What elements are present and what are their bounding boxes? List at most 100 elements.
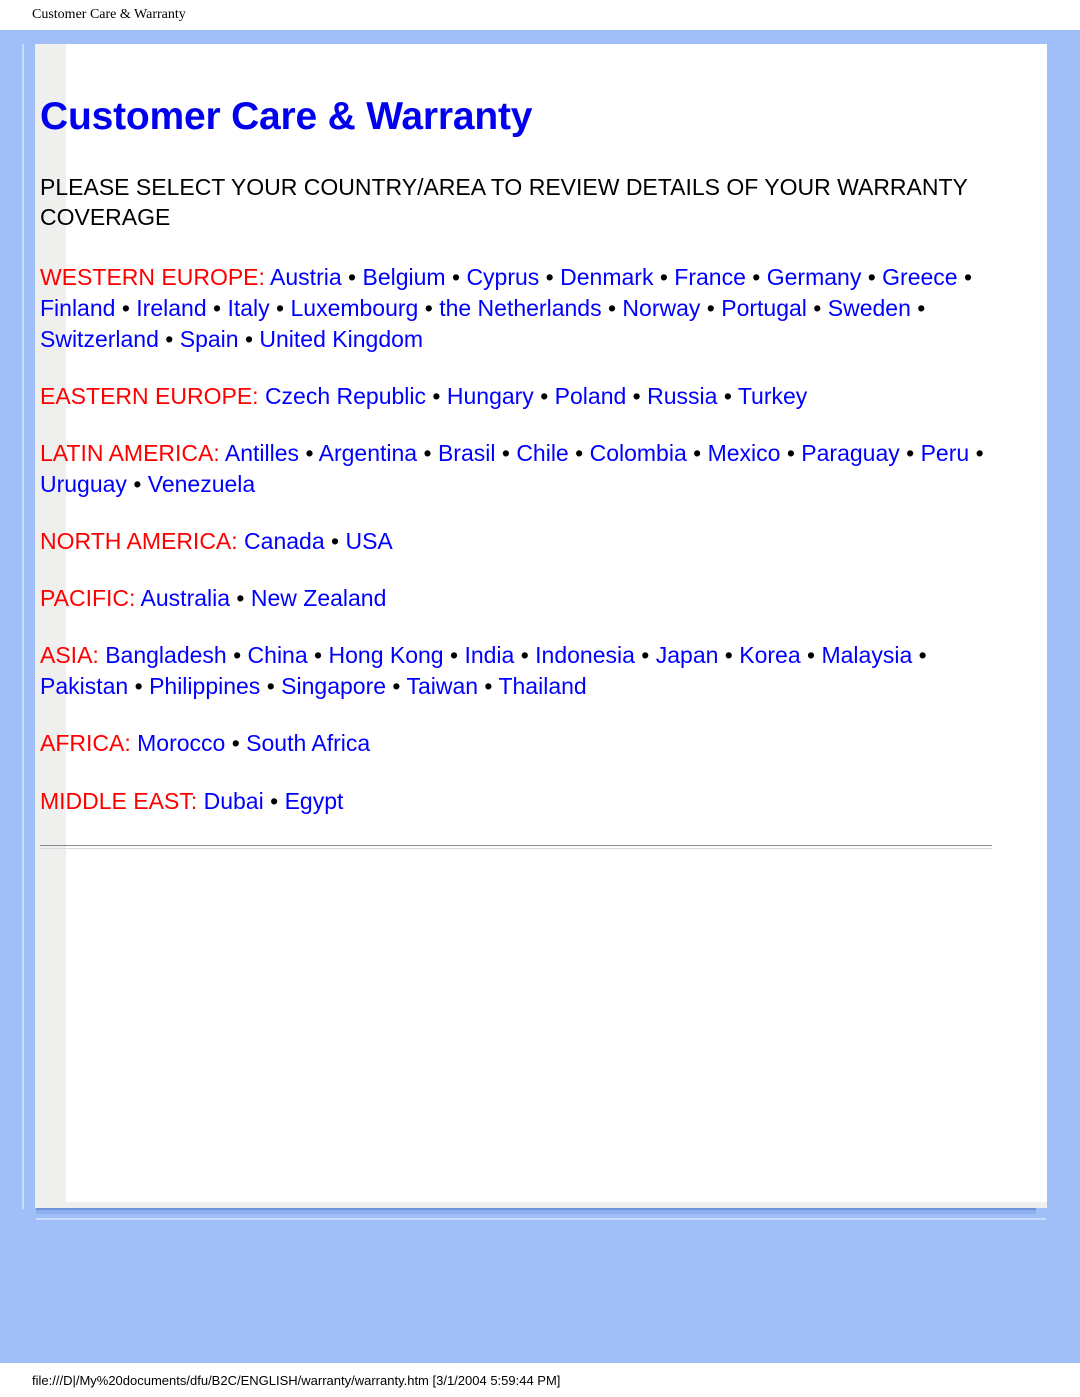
country-link[interactable]: Russia [647,383,717,409]
bullet-separator: • [269,295,291,322]
country-link[interactable]: Australia [141,585,230,611]
bullet-separator: • [806,295,828,322]
country-link[interactable]: Venezuela [148,471,255,497]
print-header-title: Customer Care & Warranty [32,7,186,22]
region-label: LATIN AMERICA: [40,440,220,467]
bullet-separator: • [653,263,675,290]
bullet-separator: • [861,263,883,290]
country-link[interactable]: Poland [555,383,627,409]
bullet-separator: • [910,295,926,322]
bullet-separator: • [386,673,407,700]
region-row: ASIA: Bangladesh • China • Hong Kong • I… [40,640,992,702]
country-link[interactable]: Chile [516,440,568,466]
country-link[interactable]: USA [345,528,392,554]
country-link[interactable]: New Zealand [251,585,387,611]
country-link[interactable]: Japan [656,642,719,668]
bullet-separator: • [230,585,251,612]
bullet-separator: • [341,263,363,290]
country-link[interactable]: Pakistan [40,673,128,699]
bullet-separator: • [717,383,738,410]
bullet-separator: • [912,642,927,669]
bullet-separator: • [226,642,248,669]
country-link[interactable]: Norway [622,295,700,321]
country-link[interactable]: Portugal [721,295,807,321]
bullet-separator: • [260,673,282,700]
document-content: Customer Care & Warranty PLEASE SELECT Y… [40,95,992,857]
intro-text: PLEASE SELECT YOUR COUNTRY/AREA TO REVIE… [40,174,968,230]
country-link[interactable]: China [248,642,308,668]
bullet-separator: • [969,440,984,467]
country-link[interactable]: Greece [882,264,957,290]
sheet-shadow-bottom-outer [36,1210,1036,1214]
region-label: MIDDLE EAST: [40,787,198,814]
country-link[interactable]: Switzerland [40,326,159,352]
country-link[interactable]: Canada [244,528,325,554]
country-link[interactable]: Denmark [560,264,653,290]
bullet-separator: • [443,642,465,669]
bullet-separator: • [417,440,438,467]
country-link[interactable]: Hong Kong [329,642,444,668]
bullet-separator: • [263,787,285,814]
bullet-separator: • [225,730,247,757]
country-link[interactable]: Paraguay [801,440,899,466]
country-link[interactable]: Czech Republic [265,383,426,409]
country-link[interactable]: Malaysia [821,642,912,668]
bullet-separator: • [568,440,590,467]
country-link[interactable]: Thailand [498,673,586,699]
country-link[interactable]: Hungary [447,383,534,409]
country-link[interactable]: Austria [270,264,342,290]
region-row: MIDDLE EAST: Dubai • Egypt [40,786,992,817]
country-link[interactable]: Egypt [285,788,344,814]
country-link[interactable]: Belgium [362,264,445,290]
region-label: WESTERN EUROPE: [40,263,265,290]
country-link[interactable]: Morocco [137,730,225,756]
bullet-separator: • [478,673,499,700]
country-link[interactable]: Singapore [281,673,386,699]
country-link[interactable]: Taiwan [406,673,478,699]
bullet-separator: • [115,295,137,322]
country-link[interactable]: Uruguay [40,471,127,497]
bullet-separator: • [307,642,329,669]
page-title: Customer Care & Warranty [40,95,533,138]
bullet-separator: • [158,326,180,353]
country-link[interactable]: Cyprus [466,264,539,290]
country-link[interactable]: Spain [180,326,239,352]
country-link[interactable]: Brasil [438,440,496,466]
bullet-separator: • [634,642,656,669]
country-link[interactable]: Luxembourg [290,295,418,321]
country-link[interactable]: Italy [227,295,269,321]
content-divider [40,844,992,849]
country-link[interactable]: United Kingdom [259,326,423,352]
country-link[interactable]: Ireland [136,295,206,321]
country-link[interactable]: Sweden [828,295,911,321]
country-link[interactable]: Mexico [708,440,781,466]
country-link[interactable]: India [464,642,514,668]
bullet-separator: • [299,440,319,467]
country-link[interactable]: Turkey [738,383,807,409]
bullet-separator: • [533,383,555,410]
country-link[interactable]: Bangladesh [105,642,227,668]
bullet-separator: • [539,263,561,290]
country-link[interactable]: the Netherlands [439,295,601,321]
country-link[interactable]: Indonesia [535,642,635,668]
region-label: EASTERN EUROPE: [40,383,259,410]
country-link[interactable]: Dubai [204,788,264,814]
bullet-separator: • [700,295,722,322]
country-link[interactable]: Philippines [149,673,260,699]
country-link[interactable]: Antilles [225,440,299,466]
bullet-separator: • [206,295,228,322]
country-link[interactable]: France [674,264,746,290]
country-link[interactable]: South Africa [246,730,370,756]
bullet-separator: • [445,263,467,290]
country-link[interactable]: Argentina [319,440,417,466]
country-link[interactable]: Peru [921,440,970,466]
country-link[interactable]: Germany [767,264,862,290]
region-list: WESTERN EUROPE: Austria • Belgium • Cypr… [40,262,992,817]
country-link[interactable]: Colombia [590,440,687,466]
bullet-separator: • [426,383,447,410]
country-link[interactable]: Finland [40,295,115,321]
country-link[interactable]: Korea [739,642,800,668]
bullet-separator: • [686,440,708,467]
region-label: NORTH AMERICA: [40,528,238,555]
print-footer: file:///D|/My%20documents/dfu/B2C/ENGLIS… [0,1363,1080,1397]
